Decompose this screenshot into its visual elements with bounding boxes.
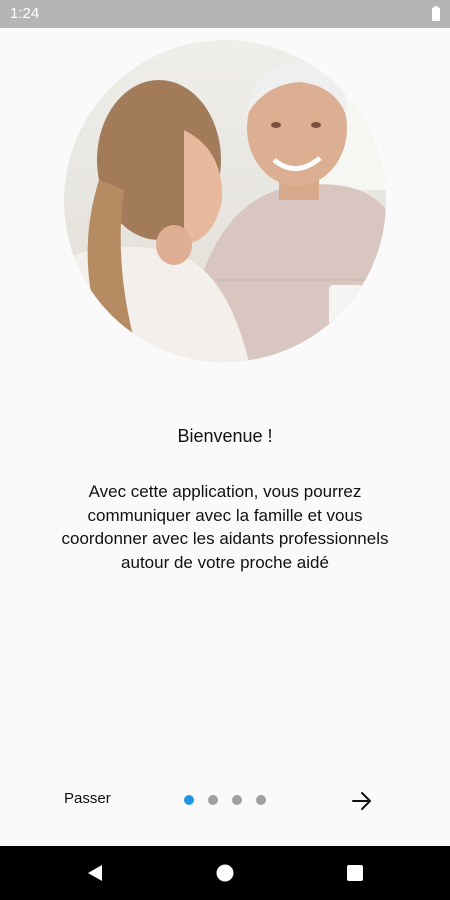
- page-indicator: [184, 795, 266, 807]
- arrow-right-icon[interactable]: [348, 788, 376, 814]
- system-nav-bar: [0, 846, 450, 900]
- page-dot-1: [184, 795, 194, 805]
- skip-button[interactable]: Passer: [60, 790, 115, 807]
- status-bar: 1:24: [0, 0, 450, 28]
- description-line: coordonner avec les aidants professionne…: [61, 529, 389, 548]
- onboarding-controls: Passer: [0, 780, 450, 820]
- description-line: Avec cette application, vous pourrez: [88, 482, 362, 501]
- back-icon[interactable]: [86, 864, 104, 882]
- onboarding-title: Bienvenue !: [177, 426, 273, 446]
- home-icon[interactable]: [216, 864, 234, 882]
- onboarding-description: Avec cette application, vous pourrez com…: [30, 480, 420, 574]
- status-time: 1:24: [10, 5, 40, 22]
- description-line: autour de votre proche aidé: [121, 552, 329, 572]
- recents-icon[interactable]: [346, 864, 364, 882]
- page-dot-4: [256, 795, 266, 805]
- page-dot-3: [232, 795, 242, 805]
- description-line: communiquer avec la famille et vous: [87, 505, 363, 525]
- battery-icon: [432, 6, 440, 21]
- page-dot-2: [208, 795, 218, 805]
- hero-photo: [64, 40, 386, 362]
